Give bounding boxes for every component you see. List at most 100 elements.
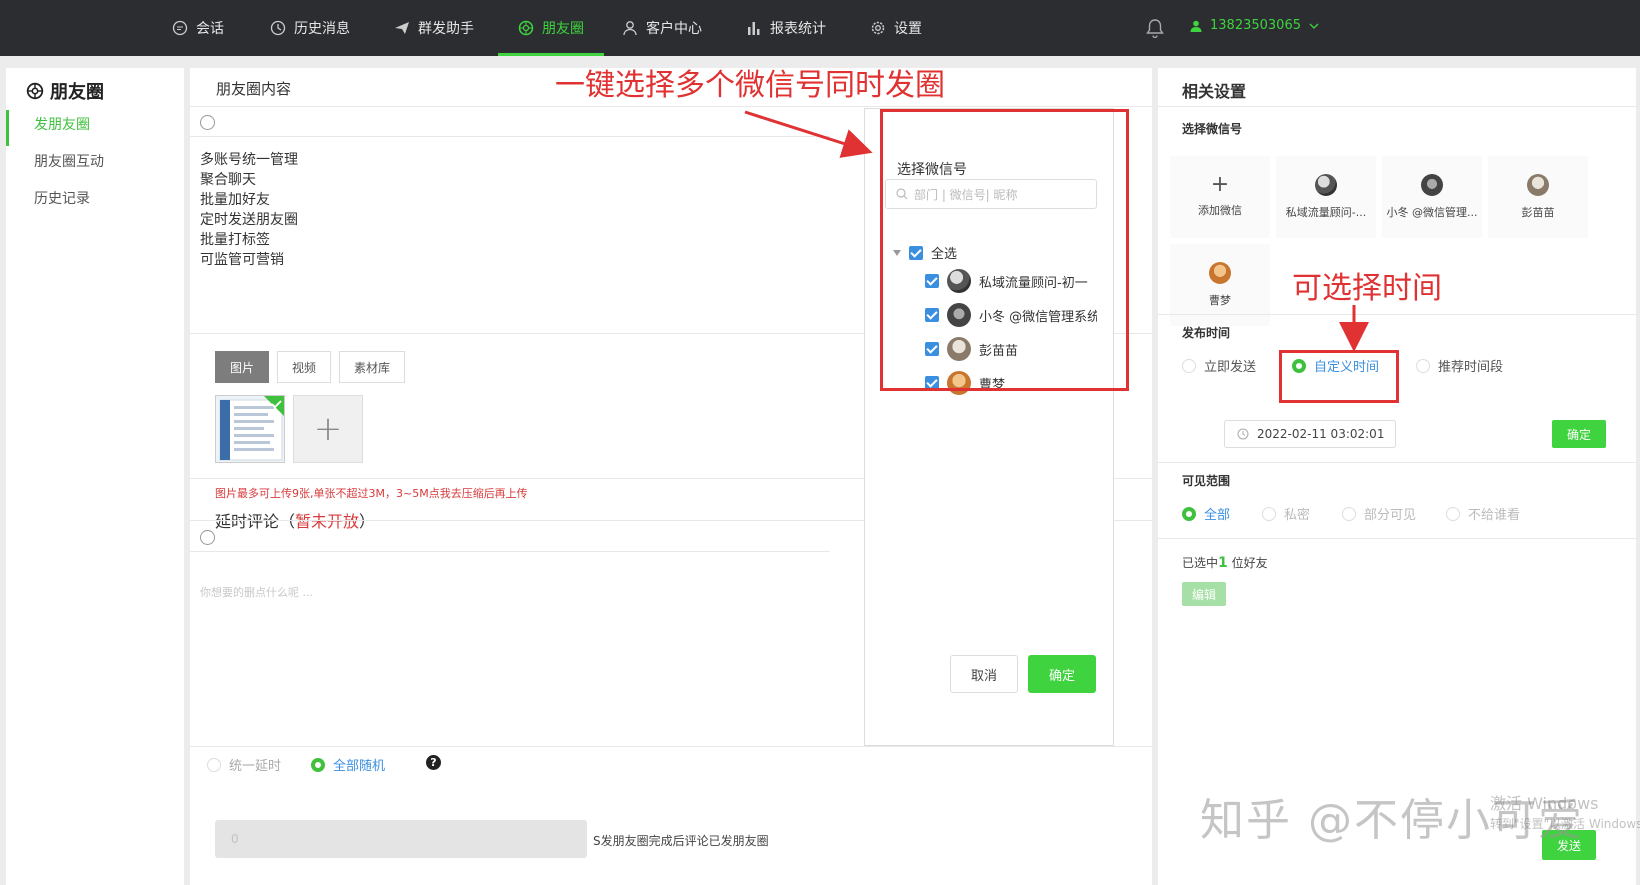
- annotation-box-time: [1279, 350, 1399, 403]
- radio-uniform-delay[interactable]: 统一延时: [207, 755, 281, 774]
- account-card[interactable]: 私域流量顾问-...: [1276, 156, 1376, 238]
- content-line: 聚合聊天: [200, 172, 256, 188]
- radio-recommended-time[interactable]: 推荐时间段: [1416, 356, 1503, 375]
- plus-icon: +: [1210, 172, 1230, 197]
- account-name: 私域流量顾问-...: [1285, 206, 1367, 219]
- user-icon: [1190, 20, 1202, 32]
- radio-dot: [1262, 506, 1276, 521]
- friends-suffix: 位好友: [1231, 556, 1268, 570]
- radio-dot: [1182, 358, 1196, 373]
- clock-icon: [1237, 428, 1249, 440]
- account-name: 彭苗苗: [1521, 206, 1555, 219]
- settings-title: 相关设置: [1182, 82, 1247, 101]
- chevron-down-icon: [1309, 23, 1319, 29]
- user-menu[interactable]: 13823503065: [1190, 18, 1319, 33]
- radio-dot: [207, 757, 221, 772]
- sidebar-title-text: 朋友圈: [50, 82, 104, 103]
- delay-title-end: ）: [359, 512, 376, 531]
- edit-friends-button[interactable]: 编辑: [1182, 582, 1226, 606]
- divider: [1158, 538, 1636, 539]
- content-line: 批量加好友: [200, 192, 270, 208]
- divider: [1158, 106, 1636, 107]
- datetime-picker[interactable]: 2022-02-11 03:02:01: [1224, 420, 1396, 448]
- tab-image[interactable]: 图片: [215, 351, 269, 383]
- cancel-button[interactable]: 取消: [950, 655, 1018, 693]
- emoji-icon[interactable]: [200, 530, 215, 545]
- tab-library[interactable]: 素材库: [339, 351, 405, 383]
- account-name: 小冬 @微信管理...: [1386, 206, 1478, 219]
- radio-all-random[interactable]: 全部随机: [311, 755, 385, 774]
- radio-dot: [1416, 358, 1430, 373]
- nav-label: 会话: [196, 21, 224, 37]
- confirm-button[interactable]: 确定: [1028, 655, 1096, 693]
- radio-visibility-exclude[interactable]: 不给谁看: [1446, 504, 1520, 523]
- radio-visibility-private[interactable]: 私密: [1262, 504, 1310, 523]
- divider: [1158, 314, 1636, 315]
- nav-item-moments[interactable]: 朋友圈: [498, 0, 604, 56]
- divider: [190, 106, 1152, 107]
- send-icon: [395, 22, 409, 34]
- help-icon[interactable]: ?: [426, 755, 441, 770]
- nav-label: 客户中心: [646, 21, 702, 37]
- clock-icon: [270, 20, 286, 36]
- radio-send-now[interactable]: 立即发送: [1182, 356, 1256, 375]
- avatar: [1421, 174, 1443, 196]
- account-name: 曹梦: [1209, 294, 1231, 307]
- account-card[interactable]: 彭苗苗: [1488, 156, 1588, 238]
- radio-label: 全部随机: [333, 759, 386, 774]
- divider: [1158, 462, 1636, 463]
- radio-visibility-partial[interactable]: 部分可见: [1342, 504, 1416, 523]
- sidebar-item-post[interactable]: 发朋友圈: [34, 114, 90, 134]
- moments-icon: [518, 20, 534, 36]
- tab-video[interactable]: 视频: [277, 351, 331, 383]
- radio-label: 不给谁看: [1468, 508, 1521, 523]
- user-icon: [623, 21, 637, 36]
- avatar: [1209, 262, 1231, 284]
- account-card[interactable]: 小冬 @微信管理...: [1382, 156, 1482, 238]
- radio-dot: [311, 757, 325, 772]
- image-preview: [219, 396, 284, 461]
- publish-time-label: 发布时间: [1182, 326, 1231, 340]
- add-account-button[interactable]: + 添加微信: [1170, 156, 1270, 238]
- add-image-button[interactable]: +: [293, 395, 363, 463]
- radio-label: 立即发送: [1204, 360, 1257, 375]
- bell-icon[interactable]: [1146, 18, 1164, 38]
- time-confirm-button[interactable]: 确定: [1552, 420, 1606, 448]
- radio-visibility-all[interactable]: 全部: [1182, 504, 1230, 523]
- page-title: 朋友圈内容: [216, 80, 292, 98]
- nav-item-history[interactable]: 历史消息: [270, 0, 350, 56]
- select-account-label: 选择微信号: [1182, 122, 1243, 136]
- annotation-text-top: 一键选择多个微信号同时发圈: [555, 68, 945, 103]
- nav-item-customers[interactable]: 客户中心: [622, 0, 702, 56]
- chat-icon: [172, 20, 188, 36]
- nav-item-settings[interactable]: 设置: [870, 0, 922, 56]
- divider: [190, 551, 830, 552]
- radio-dot: [1446, 506, 1460, 521]
- sidebar: 朋友圈 发朋友圈 朋友圈互动 历史记录: [6, 68, 184, 885]
- emoji-icon[interactable]: [200, 115, 215, 130]
- delay-title-text: 延时评论（: [215, 512, 296, 531]
- uploaded-image-thumbnail[interactable]: [215, 395, 285, 463]
- delay-seconds-input[interactable]: 0: [215, 820, 587, 858]
- comment-input[interactable]: 你想要的删点什么呢 ...: [200, 584, 313, 600]
- nav-label: 朋友圈: [542, 21, 584, 37]
- sidebar-item-history[interactable]: 历史记录: [34, 188, 90, 208]
- nav-item-broadcast[interactable]: 群发助手: [394, 0, 474, 56]
- selected-friends-count: 已选中1 位好友: [1182, 554, 1268, 571]
- nav-item-reports[interactable]: 报表统计: [746, 0, 826, 56]
- visibility-label: 可见范围: [1182, 474, 1231, 488]
- radio-label: 部分可见: [1364, 508, 1417, 523]
- nav-label: 报表统计: [770, 21, 826, 37]
- nav-label: 群发助手: [418, 21, 474, 37]
- sidebar-title: 朋友圈: [26, 78, 104, 104]
- content-line: 定时发送朋友圈: [200, 212, 298, 228]
- post-content[interactable]: 多账号统一管理 聚合聊天 批量加好友 定时发送朋友圈 批量打标签 可监管可营销: [200, 150, 298, 270]
- annotation-text-right: 可选择时间: [1292, 271, 1442, 306]
- gear-icon: [871, 21, 885, 35]
- sidebar-active-indicator: [6, 110, 9, 146]
- delay-title-status: 暂未开放: [295, 512, 360, 531]
- nav-item-chat[interactable]: 会话: [172, 0, 224, 56]
- add-account-label: 添加微信: [1198, 204, 1242, 217]
- sidebar-item-interaction[interactable]: 朋友圈互动: [34, 151, 104, 171]
- delay-tail-text: S发朋友圈完成后评论已发朋友圈: [593, 834, 769, 848]
